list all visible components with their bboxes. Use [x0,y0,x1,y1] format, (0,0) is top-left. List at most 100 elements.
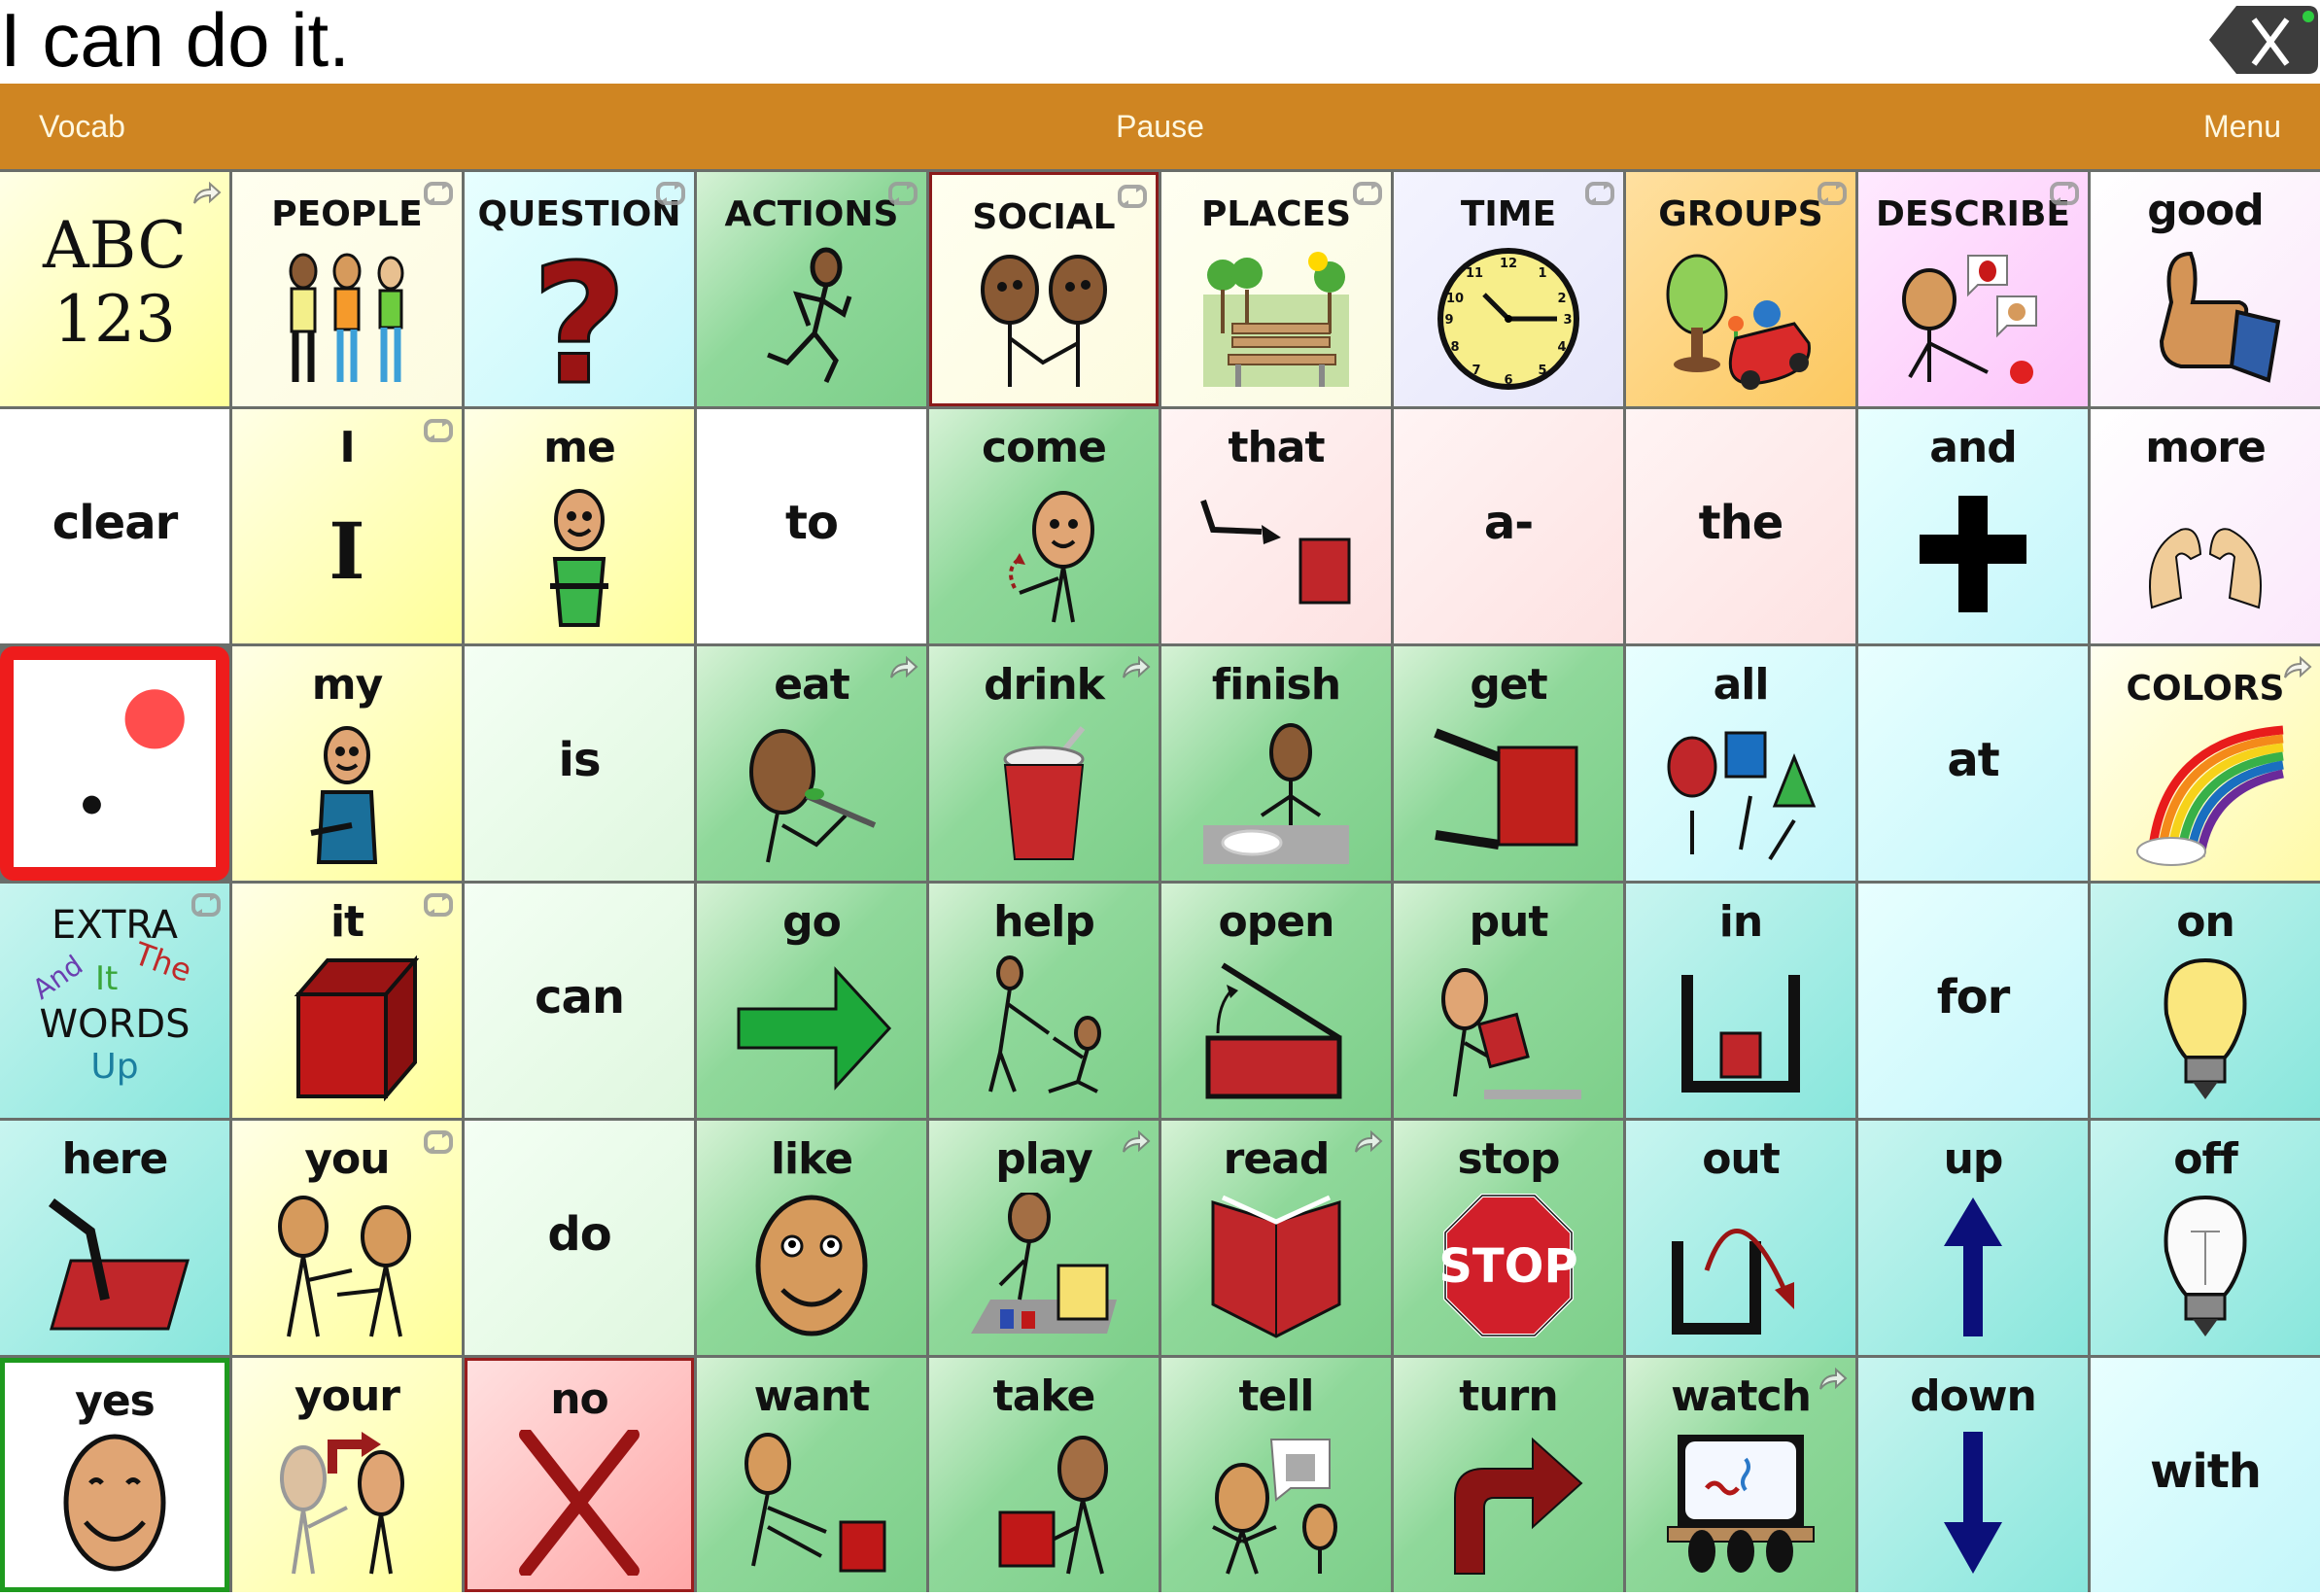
vocab-button-in[interactable]: in [1626,884,1855,1118]
vocab-button-take[interactable]: take [929,1358,1159,1592]
vocab-button-out[interactable]: out [1626,1121,1855,1355]
person-my-icon [232,711,462,881]
svg-text:9: 9 [1444,313,1453,328]
vocab-button-play[interactable]: play [929,1121,1159,1355]
clear-message-button[interactable] [2207,2,2320,78]
svg-text:3: 3 [1563,313,1572,328]
vocab-button-turn[interactable]: turn [1394,1358,1623,1592]
button-label: up [1943,1134,2004,1184]
vocab-button-come[interactable]: come [929,409,1159,643]
vocab-button-my[interactable]: my [232,646,462,881]
button-label: DESCRIBE [1876,194,2070,234]
vocab-button-the[interactable]: the [1626,409,1855,643]
vocab-button-get[interactable]: get [1394,646,1623,881]
vocab-button-no[interactable]: no [465,1358,694,1592]
vocab-button-want[interactable]: want [697,1358,926,1592]
vocab-button-off[interactable]: off [2091,1121,2320,1355]
vocab-button-a[interactable]: a- [1394,409,1623,643]
handshake-icon [932,243,1156,403]
vocab-button-stop[interactable]: stop STOP [1394,1121,1623,1355]
vocab-button-abc-123[interactable]: ABC 123 [0,172,229,406]
button-label: a- [1483,495,1534,550]
vocab-button-finish[interactable]: finish [1161,646,1391,881]
vocab-button-drink[interactable]: drink [929,646,1159,881]
vocab-button-yes[interactable]: yes [0,1358,229,1592]
tell-speech-icon [1161,1422,1391,1592]
vocab-button-open[interactable]: open [1161,884,1391,1118]
lightbulb-off-icon [2091,1185,2320,1355]
message-bar[interactable]: I can do it. [0,0,2320,84]
button-label: out [1702,1134,1781,1184]
point-your-icon [232,1422,462,1592]
vocab-button-people[interactable]: PEOPLE [232,172,462,406]
vocab-button-and[interactable]: and [1858,409,2088,643]
vocab-button-at[interactable]: at [1858,646,2088,881]
button-label: down [1910,1371,2037,1421]
vocab-button-that[interactable]: that [1161,409,1391,643]
vocab-button-good[interactable]: good [2091,172,2320,406]
button-label: drink [984,660,1105,710]
vocab-button-groups[interactable]: GROUPS [1626,172,1855,406]
button-label: for [1936,969,2011,1024]
arrow-up-icon [1858,1185,2088,1355]
toolbar: Vocab Pause Menu [0,84,2320,169]
vocab-button-put[interactable]: put [1394,884,1623,1118]
vocab-button-dot-indicator[interactable] [0,646,229,881]
vocab-button-tell[interactable]: tell [1161,1358,1391,1592]
button-label: PEOPLE [271,194,423,234]
vocab-button-up[interactable]: up [1858,1121,2088,1355]
vocab-button-colors[interactable]: COLORS [2091,646,2320,881]
link-arrow-icon [1120,654,1151,681]
vocab-button-time[interactable]: TIME 12 1 2 3 4 5 6 7 8 9 10 11 [1394,172,1623,406]
vocab-button-you[interactable]: you [232,1121,462,1355]
vocab-button-on[interactable]: on [2091,884,2320,1118]
vocab-button-it[interactable]: it [232,884,462,1118]
extra-label: EXTRA [52,903,178,948]
swap-icon [190,891,222,919]
button-label: at [1947,732,1999,787]
vocab-button-down[interactable]: down [1858,1358,2088,1592]
vocab-button-here[interactable]: here [0,1121,229,1355]
vocab-button-extra-words[interactable]: EXTRA And It The WORDS Up [0,884,229,1118]
vocab-button-like[interactable]: like [697,1121,926,1355]
vocab-button-actions[interactable]: ACTIONS [697,172,926,406]
vocab-button-eat[interactable]: eat [697,646,926,881]
vocab-button-read[interactable]: read [1161,1121,1391,1355]
vocab-button-go[interactable]: go [697,884,926,1118]
vocab-button-places[interactable]: PLACES [1161,172,1391,406]
vocab-button-clear[interactable]: clear [0,409,229,643]
vocab-button-do[interactable]: do [465,1121,694,1355]
vocab-button-watch[interactable]: watch [1626,1358,1855,1592]
link-arrow-icon [2281,654,2312,681]
sample-word: And [26,949,89,1006]
pause-button[interactable]: Pause [1116,109,1204,144]
vocab-button-me[interactable]: me [465,409,694,643]
vocab-button-can[interactable]: can [465,884,694,1118]
button-label: here [61,1134,169,1184]
button-label: open [1218,897,1335,947]
menu-button[interactable]: Menu [2203,84,2281,169]
vocab-button-with[interactable]: with [2091,1358,2320,1592]
vocab-grid: ABC 123 PEOPLE QUESTION? ACTIONS SOCIAL PLACES… [0,169,2320,1592]
vocab-button-describe[interactable]: DESCRIBE [1858,172,2088,406]
vocab-button-all[interactable]: all [1626,646,1855,881]
vocab-button-your[interactable]: your [232,1358,462,1592]
vocab-button-more[interactable]: more [2091,409,2320,643]
vocab-button[interactable]: Vocab [39,84,125,169]
button-label: your [294,1371,400,1421]
vocab-button-i[interactable]: II [232,409,462,643]
vocab-button-question[interactable]: QUESTION? [465,172,694,406]
vocab-button-help[interactable]: help [929,884,1159,1118]
vocab-button-is[interactable]: is [465,646,694,881]
rainbow-icon [2091,714,2320,881]
button-label: put [1469,897,1549,947]
vocab-button-social[interactable]: SOCIAL [929,172,1159,406]
turn-arrow-icon [1394,1422,1623,1592]
message-text[interactable]: I can do it. [0,0,350,82]
swap-icon [423,1128,454,1156]
vocab-button-for[interactable]: for [1858,884,2088,1118]
vocab-button-to[interactable]: to [697,409,926,643]
svg-text:10: 10 [1446,292,1464,306]
shapes-all-icon [1626,711,1855,881]
button-label: good [2147,186,2264,235]
